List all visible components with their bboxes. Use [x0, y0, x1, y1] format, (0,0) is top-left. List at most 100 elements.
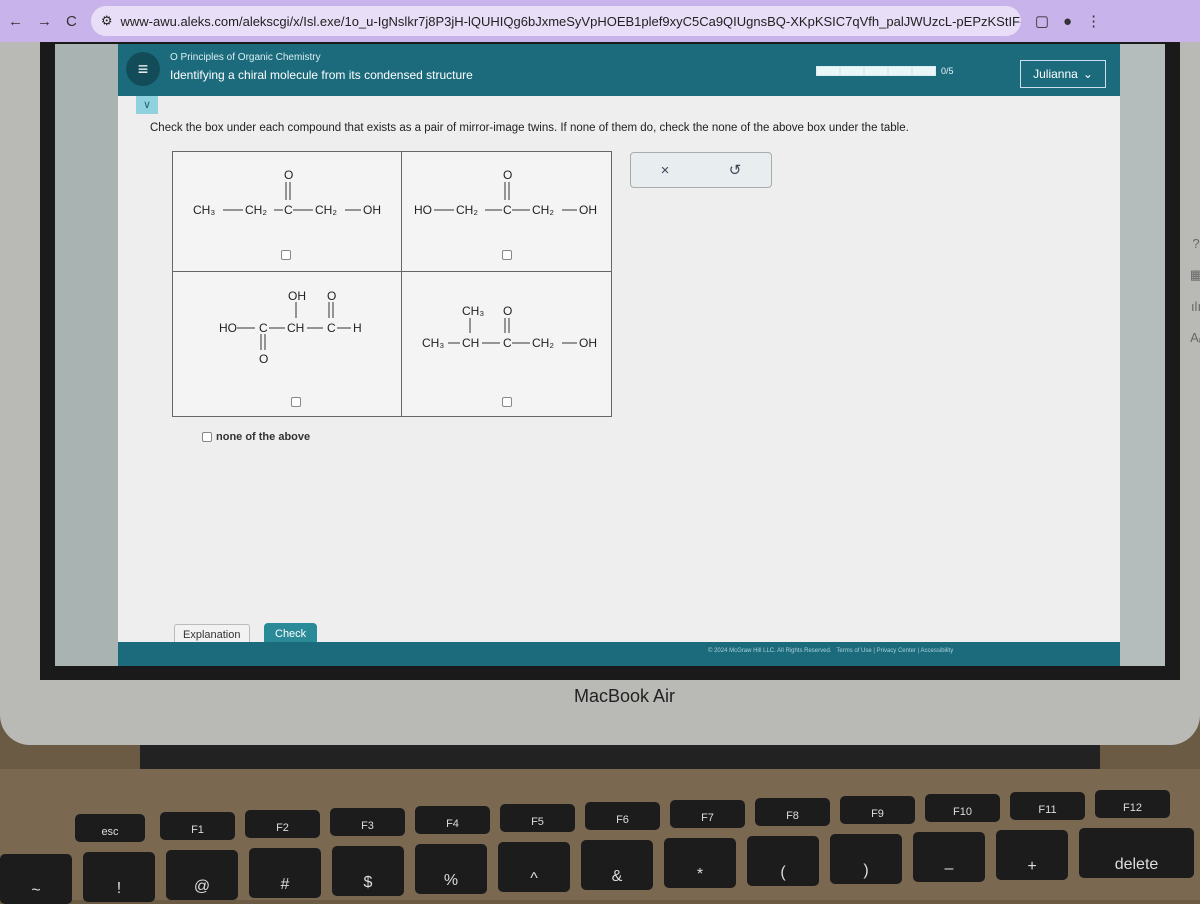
aleks-page: ≡ O Principles of Organic Chemistry Iden…	[118, 44, 1200, 666]
key[interactable]: $	[332, 846, 404, 896]
none-of-the-above-label: none of the above	[216, 431, 311, 443]
atom: CH₂	[532, 336, 554, 350]
tool-sidebar: ? ▦ ılı Aᵣ	[1186, 236, 1200, 345]
atom: O	[284, 168, 293, 182]
compound-cell-3: HO C O CH OH C O H	[173, 272, 402, 417]
key[interactable]: F3	[330, 808, 405, 836]
page-header: ≡ O Principles of Organic Chemistry Iden…	[118, 44, 1120, 96]
atom: OH	[288, 289, 306, 303]
atom: O	[327, 289, 336, 303]
laptop-hinge	[140, 745, 1100, 769]
clear-icon[interactable]: ×	[661, 162, 670, 179]
compound-table: CH₃ CH₂ C O CH₂ OH HO CH₂ C O CH₂ OH HO …	[172, 151, 612, 417]
chevron-down-icon: ⌄	[1082, 67, 1093, 81]
compound-4-checkbox[interactable]	[502, 397, 512, 407]
url-text: www-awu.aleks.com/alekscgi/x/Isl.exe/1o_…	[120, 13, 1021, 29]
question-prompt: Check the box under each compound that e…	[150, 122, 909, 134]
atom: O	[503, 168, 512, 182]
periodic-table-icon[interactable]: Aᵣ	[1186, 330, 1200, 345]
collapse-button[interactable]: ∨	[136, 96, 158, 114]
key[interactable]: +	[996, 830, 1068, 880]
key[interactable]: %	[415, 844, 487, 894]
atom: C	[503, 336, 512, 350]
atom: C	[327, 321, 336, 335]
key[interactable]: @	[166, 850, 238, 900]
key[interactable]: F12	[1095, 790, 1170, 818]
compound-1-checkbox[interactable]	[281, 250, 291, 260]
key[interactable]: F11	[1010, 792, 1085, 820]
compound-3-checkbox[interactable]	[291, 397, 301, 407]
key[interactable]: delete	[1079, 828, 1194, 878]
key[interactable]: (	[747, 836, 819, 886]
accessibility-link[interactable]: Accessibility	[921, 648, 954, 654]
compound-cell-4: CH₃ CH CH₃ C O CH₂ OH	[402, 272, 612, 417]
back-button[interactable]: ←	[8, 13, 23, 30]
atom: CH₂	[315, 203, 337, 217]
reload-button[interactable]: C	[66, 13, 77, 30]
key[interactable]: F8	[755, 798, 830, 826]
atom: CH₃	[462, 304, 484, 318]
key[interactable]: –	[913, 832, 985, 882]
compound-cell-1: CH₃ CH₂ C O CH₂ OH	[173, 152, 402, 272]
key[interactable]: !	[83, 852, 155, 902]
user-name: Julianna	[1033, 67, 1078, 81]
browser-menu-icon[interactable]: ⋮	[1086, 12, 1101, 30]
atom: HO	[219, 321, 237, 335]
key[interactable]: F9	[840, 796, 915, 824]
footer-links: © 2024 McGraw Hill LLC. All Rights Reser…	[708, 648, 954, 654]
site-info-icon[interactable]: ⚙	[101, 13, 113, 29]
user-menu-button[interactable]: Julianna ⌄	[1020, 60, 1106, 88]
atom: O	[259, 352, 268, 366]
key[interactable]: esc	[75, 814, 145, 842]
progress-text: 0/5	[941, 66, 954, 76]
atom: O	[503, 304, 512, 318]
key[interactable]: F7	[670, 800, 745, 828]
key[interactable]: #	[249, 848, 321, 898]
key[interactable]: ~	[0, 854, 72, 904]
browser-toolbar: ← → C ⚙ www-awu.aleks.com/alekscgi/x/Isl…	[0, 0, 1200, 42]
none-of-the-above-option[interactable]: none of the above	[202, 431, 310, 443]
course-name: O Principles of Organic Chemistry	[170, 52, 321, 63]
atom: CH	[287, 321, 304, 335]
extensions-icon[interactable]: ▢	[1035, 12, 1049, 30]
laptop-brand: MacBook Air	[574, 686, 676, 706]
compound-cell-2: HO CH₂ C O CH₂ OH	[402, 152, 612, 272]
undo-icon[interactable]: ↺	[729, 161, 742, 179]
help-icon[interactable]: ?	[1186, 236, 1200, 251]
key[interactable]: F1	[160, 812, 235, 840]
key[interactable]: F5	[500, 804, 575, 832]
atom: OH	[579, 336, 597, 350]
profile-avatar[interactable]: ●	[1063, 13, 1072, 30]
address-bar[interactable]: ⚙ www-awu.aleks.com/alekscgi/x/Isl.exe/1…	[90, 6, 1021, 36]
terms-link[interactable]: Terms of Use	[836, 648, 871, 654]
key[interactable]: ^	[498, 842, 570, 892]
key[interactable]: F4	[415, 806, 490, 834]
keyboard: esc F1 F2 F3 F4 F5 F6 F7 F8 F9 F10 F11 F12 ~! @ # $% ^ & *(…	[0, 769, 1200, 904]
key[interactable]: F2	[245, 810, 320, 838]
calculator-icon[interactable]: ▦	[1186, 267, 1200, 283]
atom: H	[353, 321, 362, 335]
key[interactable]: F10	[925, 794, 1000, 822]
atom: CH₂	[532, 203, 554, 217]
atom: OH	[579, 203, 597, 217]
hamburger-menu-button[interactable]: ≡	[126, 52, 160, 86]
forward-button[interactable]: →	[37, 13, 52, 30]
atom: CH	[462, 336, 479, 350]
key[interactable]: F6	[585, 802, 660, 830]
chart-icon[interactable]: ılı	[1186, 299, 1200, 314]
chevron-down-icon: ∨	[142, 99, 152, 111]
none-of-the-above-checkbox[interactable]	[202, 432, 212, 442]
left-gutter	[55, 44, 118, 666]
copyright: © 2024 McGraw Hill LLC. All Rights Reser…	[708, 648, 832, 654]
atom: HO	[414, 203, 432, 217]
key[interactable]: )	[830, 834, 902, 884]
answer-actions: × ↺	[630, 152, 772, 188]
privacy-link[interactable]: Privacy Center	[877, 648, 916, 654]
page-footer	[118, 642, 1120, 666]
atom: C	[284, 203, 293, 217]
key[interactable]: *	[664, 838, 736, 888]
compound-2-checkbox[interactable]	[502, 250, 512, 260]
atom: CH₂	[245, 203, 267, 217]
atom: C	[259, 321, 268, 335]
key[interactable]: &	[581, 840, 653, 890]
